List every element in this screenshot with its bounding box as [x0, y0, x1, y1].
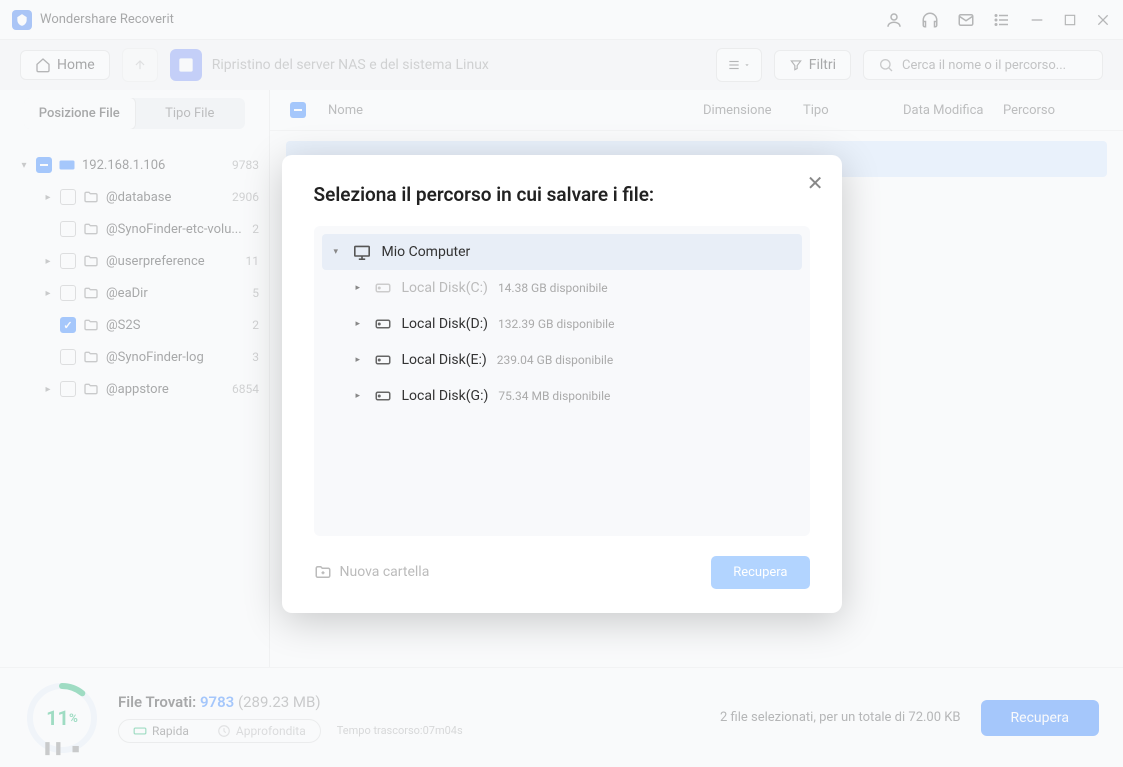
- new-folder-button[interactable]: Nuova cartella: [314, 564, 430, 580]
- disk-icon: [374, 353, 392, 367]
- drive-list: ▾ Mio Computer ▸ Local Disk(C:) 14.38 GB d…: [314, 226, 810, 536]
- caret-icon[interactable]: ▸: [356, 391, 366, 401]
- drive-item[interactable]: ▸ Local Disk(E:) 239.04 GB disponibile: [322, 342, 802, 378]
- drive-item[interactable]: ▸ Local Disk(G:) 75.34 MB disponibile: [322, 378, 802, 414]
- drive-computer[interactable]: ▾ Mio Computer: [322, 234, 802, 270]
- close-icon[interactable]: ✕: [807, 171, 824, 195]
- modal-title: Seleziona il percorso in cui salvare i f…: [314, 183, 810, 206]
- modal-recover-button[interactable]: Recupera: [711, 556, 809, 589]
- drive-available: 14.38 GB disponibile: [498, 281, 608, 295]
- computer-icon: [352, 244, 372, 260]
- drive-available: 239.04 GB disponibile: [497, 353, 613, 367]
- drive-name: Local Disk(E:): [402, 352, 487, 368]
- caret-icon[interactable]: ▸: [356, 283, 366, 293]
- save-location-modal: ✕ Seleziona il percorso in cui salvare i…: [282, 155, 842, 613]
- drive-name: Local Disk(C:): [402, 280, 488, 296]
- drive-available: 75.34 MB disponibile: [498, 389, 610, 403]
- caret-icon[interactable]: ▸: [356, 319, 366, 329]
- folder-plus-icon: [314, 564, 332, 580]
- drive-available: 132.39 GB disponibile: [498, 317, 614, 331]
- disk-icon: [374, 317, 392, 331]
- caret-icon[interactable]: ▸: [356, 355, 366, 365]
- modal-overlay: ✕ Seleziona il percorso in cui salvare i…: [0, 0, 1123, 767]
- caret-icon[interactable]: ▾: [334, 247, 344, 257]
- computer-label: Mio Computer: [382, 244, 471, 260]
- drive-item[interactable]: ▸ Local Disk(D:) 132.39 GB disponibile: [322, 306, 802, 342]
- drive-name: Local Disk(G:): [402, 388, 489, 404]
- disk-icon: [374, 281, 392, 295]
- new-folder-label: Nuova cartella: [340, 564, 430, 580]
- drive-name: Local Disk(D:): [402, 316, 489, 332]
- modal-footer: Nuova cartella Recupera: [314, 556, 810, 589]
- drive-item[interactable]: ▸ Local Disk(C:) 14.38 GB disponibile: [322, 270, 802, 306]
- disk-icon: [374, 389, 392, 403]
